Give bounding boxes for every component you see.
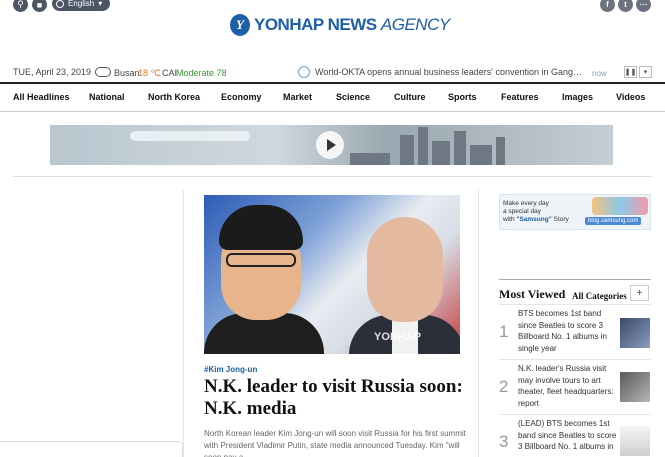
story-tag[interactable]: #Kim Jong-un bbox=[204, 365, 257, 374]
rank-number: 3 bbox=[499, 432, 509, 451]
language-label: English bbox=[68, 0, 95, 8]
main-headline[interactable]: N.K. leader to visit Russia soon: N.K. m… bbox=[204, 376, 464, 420]
building-graphic bbox=[496, 137, 505, 165]
divider bbox=[499, 414, 651, 415]
main-story-image[interactable]: YONHAP bbox=[204, 195, 460, 354]
left-panel-stub bbox=[0, 441, 183, 457]
ad-line: Story bbox=[551, 216, 569, 223]
thumbnail[interactable] bbox=[620, 426, 650, 456]
divider bbox=[13, 176, 652, 177]
most-viewed-item[interactable]: N.K. leader's Russia visit may involve t… bbox=[518, 363, 618, 409]
ticker-time: now bbox=[592, 69, 607, 78]
search-icon[interactable]: ⚲ bbox=[13, 0, 28, 12]
logo-bold-text: YONHAP NEWS bbox=[254, 15, 377, 34]
ad-text: Make every day a special day with "Samsu… bbox=[503, 200, 569, 224]
image-watermark: YONHAP bbox=[374, 331, 422, 343]
cloud-icon bbox=[95, 67, 111, 77]
nav-economy[interactable]: Economy bbox=[221, 92, 262, 102]
rank-number: 1 bbox=[499, 322, 509, 341]
most-viewed-title: Most Viewed bbox=[499, 287, 566, 301]
most-viewed-item[interactable]: BTS becomes 1st band since Beatles to sc… bbox=[518, 308, 618, 354]
ad-blog-link[interactable]: blog.samsung.com bbox=[585, 217, 642, 225]
illustration-figure bbox=[367, 217, 443, 322]
globe-icon bbox=[56, 0, 64, 8]
news-ticker-icon bbox=[298, 66, 310, 78]
illustration-figure bbox=[219, 205, 303, 250]
rank-number: 2 bbox=[499, 377, 509, 396]
building-graphic bbox=[418, 127, 428, 165]
nav-culture[interactable]: Culture bbox=[394, 92, 426, 102]
column-divider bbox=[478, 190, 479, 457]
top-bar: ⚲ ■ English ▾ Y YONHAP NEWS AGENCY f t ⋯ bbox=[0, 0, 665, 60]
ad-line: a special day bbox=[503, 208, 541, 215]
building-graphic bbox=[432, 141, 450, 165]
share-icon[interactable]: ⋯ bbox=[636, 0, 651, 12]
divider bbox=[499, 359, 651, 360]
twitter-icon[interactable]: t bbox=[618, 0, 633, 12]
most-viewed-item[interactable]: (LEAD) BTS becomes 1st band since Beatle… bbox=[518, 418, 618, 453]
samsung-ad[interactable]: Make every day a special day with "Samsu… bbox=[499, 194, 651, 230]
nav-science[interactable]: Science bbox=[336, 92, 370, 102]
air-quality-label: CAI bbox=[162, 68, 178, 78]
thumbnail[interactable] bbox=[620, 372, 650, 402]
nav-market[interactable]: Market bbox=[283, 92, 312, 102]
most-viewed-category[interactable]: All Categories bbox=[572, 291, 627, 301]
nav-north-korea[interactable]: North Korea bbox=[148, 92, 200, 102]
bookmark-icon[interactable]: ■ bbox=[32, 0, 47, 12]
weather-city: Busan bbox=[114, 68, 140, 78]
column-divider bbox=[183, 190, 184, 457]
play-icon[interactable] bbox=[316, 131, 344, 159]
nav-all-headlines[interactable]: All Headlines bbox=[13, 92, 70, 102]
air-quality-value: Moderate 78 bbox=[176, 68, 227, 78]
chevron-down-icon[interactable]: ▾ bbox=[639, 66, 652, 78]
nav-features[interactable]: Features bbox=[501, 92, 539, 102]
building-graphic bbox=[454, 131, 466, 165]
divider bbox=[499, 279, 651, 280]
chevron-down-icon: ▾ bbox=[98, 0, 103, 8]
illustration-figure bbox=[226, 253, 296, 267]
ad-illustration bbox=[592, 197, 648, 215]
site-logo[interactable]: Y YONHAP NEWS AGENCY bbox=[230, 14, 450, 36]
nav-sports[interactable]: Sports bbox=[448, 92, 477, 102]
current-date: TUE, April 23, 2019 bbox=[13, 67, 92, 77]
info-bar: TUE, April 23, 2019 Busan 18 ℃ CAI Moder… bbox=[0, 64, 665, 82]
nav-images[interactable]: Images bbox=[562, 92, 593, 102]
news-ticker[interactable]: World-OKTA opens annual business leaders… bbox=[315, 67, 588, 77]
logo-light-text: AGENCY bbox=[380, 15, 450, 34]
divider bbox=[499, 304, 651, 305]
thumbnail[interactable] bbox=[620, 318, 650, 348]
ad-brand: "Samsung" bbox=[516, 216, 552, 223]
nav-national[interactable]: National bbox=[89, 92, 125, 102]
main-navigation: All Headlines National North Korea Econo… bbox=[0, 82, 665, 112]
facebook-icon[interactable]: f bbox=[600, 0, 615, 12]
video-banner[interactable] bbox=[50, 125, 613, 165]
more-button[interactable]: + bbox=[630, 285, 649, 301]
weather-temperature: 18 ℃ bbox=[138, 68, 161, 78]
airplane-graphic bbox=[130, 131, 250, 141]
pause-icon[interactable]: ❚❚ bbox=[624, 66, 637, 78]
ad-line: Make every day bbox=[503, 200, 549, 207]
story-summary: North Korean leader Kim Jong-un will soo… bbox=[204, 429, 466, 457]
building-graphic bbox=[470, 145, 492, 165]
building-graphic bbox=[350, 153, 390, 165]
ad-line: with bbox=[503, 216, 517, 223]
nav-videos[interactable]: Videos bbox=[616, 92, 645, 102]
building-graphic bbox=[400, 135, 414, 165]
logo-mark: Y bbox=[230, 14, 250, 36]
logo-wordmark: YONHAP NEWS AGENCY bbox=[254, 15, 450, 35]
language-selector[interactable]: English ▾ bbox=[52, 0, 111, 11]
